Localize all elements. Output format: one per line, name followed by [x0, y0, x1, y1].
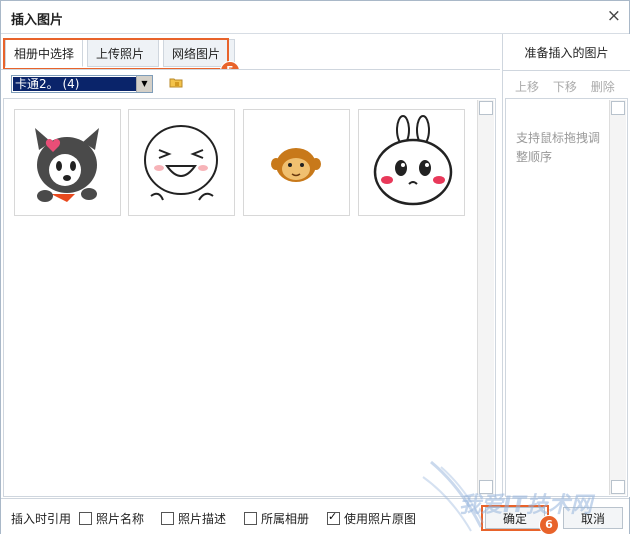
album-dropdown[interactable]: 卡通2。 (4) ▼ [11, 75, 153, 93]
original-image-checkbox[interactable] [327, 510, 340, 525]
delete-button[interactable]: 删除 [591, 80, 615, 94]
move-up-button[interactable]: 上移 [515, 80, 539, 94]
photo-name-label: 照片名称 [96, 512, 145, 526]
step-marker-6: 6 [539, 515, 559, 535]
option-photo-name[interactable]: 照片名称 [79, 510, 144, 527]
dialog-title: 插入图片 [11, 13, 64, 28]
dialog-footer: 插入时引用 照片名称 照片描述 所属相册 使用照片原图 确定 取消 6 [1, 498, 629, 535]
scroll-down-button[interactable] [479, 480, 493, 494]
pending-images-pane: 准备插入的图片 上移 下移 删除 支持鼠标拖拽调整顺序 [502, 34, 630, 497]
white-bun-laughing-sticker [144, 125, 218, 201]
drag-hint: 支持鼠标拖拽调整顺序 [516, 131, 601, 164]
image-thumbnail[interactable] [128, 109, 235, 216]
scroll-up-button[interactable] [611, 101, 625, 115]
option-photo-desc[interactable]: 照片描述 [161, 510, 226, 527]
folder-lock-icon[interactable] [169, 76, 183, 88]
pending-divider [503, 70, 630, 71]
image-thumbnail[interactable] [243, 109, 350, 216]
pending-scrollbar[interactable] [609, 100, 626, 495]
gray-dog-sticker [35, 128, 99, 202]
option-original-image[interactable]: 使用照片原图 [327, 510, 416, 527]
photo-name-checkbox[interactable] [79, 512, 92, 525]
insert-image-dialog: 插入图片 × 相册中选择 上传照片 网络图片 5 卡通2。 (4) ▼ [0, 0, 630, 535]
album-checkbox[interactable] [244, 512, 257, 525]
album-selected-value: 卡通2。 (4) [13, 77, 137, 91]
image-picker-pane: 相册中选择 上传照片 网络图片 5 卡通2。 (4) ▼ [1, 34, 500, 497]
close-icon[interactable]: × [607, 6, 621, 26]
album-label: 所属相册 [261, 512, 310, 526]
photo-desc-label: 照片描述 [178, 512, 227, 526]
move-down-button[interactable]: 下移 [553, 80, 577, 94]
image-thumbnail[interactable] [358, 109, 465, 216]
scroll-up-button[interactable] [479, 101, 493, 115]
photo-desc-checkbox[interactable] [161, 512, 174, 525]
dropdown-arrow-icon[interactable]: ▼ [136, 76, 152, 92]
album-toolbar: 卡通2。 (4) ▼ [1, 69, 500, 98]
scroll-down-button[interactable] [611, 480, 625, 494]
image-gallery [3, 98, 496, 497]
image-thumbnail[interactable] [14, 109, 121, 216]
gallery-scrollbar[interactable] [477, 100, 494, 495]
cancel-button[interactable]: 取消 [563, 507, 623, 529]
original-image-label: 使用照片原图 [344, 512, 417, 526]
tab-upload-photo[interactable]: 上传照片 [87, 39, 159, 67]
white-rabbit-sticker [373, 115, 453, 206]
orange-monkey-sticker [271, 148, 321, 182]
pending-actions: 上移 下移 删除 [515, 78, 625, 95]
confirm-button[interactable]: 确定 [485, 507, 545, 529]
pending-images-list[interactable]: 支持鼠标拖拽调整顺序 [505, 98, 628, 497]
option-album[interactable]: 所属相册 [244, 510, 309, 527]
insert-reference-label: 插入时引用 [11, 512, 72, 526]
title-bar: 插入图片 × [1, 1, 629, 33]
tab-album-select[interactable]: 相册中选择 [5, 39, 83, 67]
pending-images-title: 准备插入的图片 [524, 46, 609, 60]
